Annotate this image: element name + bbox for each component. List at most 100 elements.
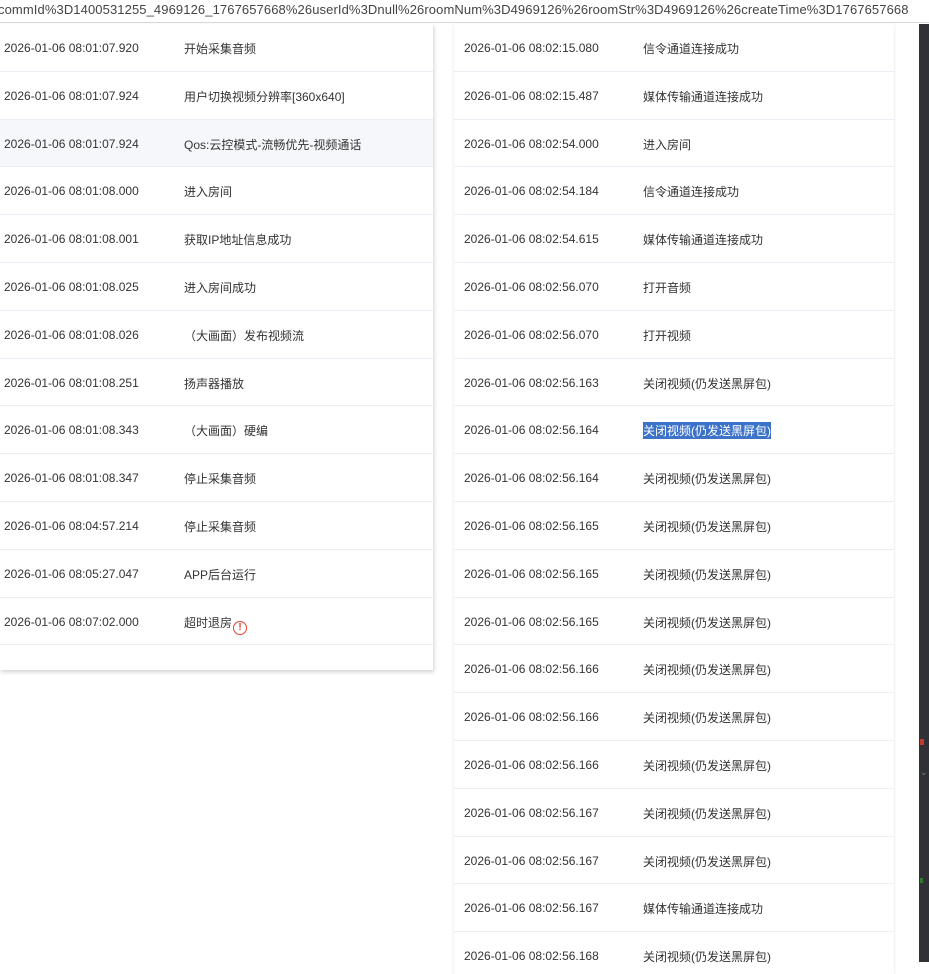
log-message: 关闭视频(仍发送黑屏包): [643, 758, 771, 773]
log-message: 关闭视频(仍发送黑屏包): [643, 663, 771, 678]
log-row: 2026-01-06 08:02:56.070 打开音频: [454, 263, 894, 311]
log-time: 2026-01-06 08:02:56.166: [464, 757, 599, 772]
log-message: 进入房间: [643, 137, 692, 152]
log-message: 关闭视频(仍发送黑屏包): [643, 567, 771, 582]
log-message: 关闭视频(仍发送黑屏包): [643, 806, 771, 821]
log-row: 2026-01-06 08:01:08.000 进入房间: [0, 167, 433, 216]
chevron-down-icon: ⌄: [920, 767, 928, 777]
log-message: 进入房间成功: [184, 280, 257, 295]
log-time: 2026-01-06 08:02:56.167: [464, 853, 599, 868]
log-time: 2026-01-06 08:02:56.167: [464, 805, 599, 820]
log-message: 信令通道连接成功: [643, 185, 740, 200]
log-message: 打开音频: [643, 280, 692, 295]
log-row: 2026-01-06 08:02:56.165 关闭视频(仍发送黑屏包): [454, 598, 894, 646]
log-row: 2026-01-06 08:07:02.000 超时退房!: [0, 598, 433, 646]
log-row: 2026-01-06 08:01:08.001 获取IP地址信息成功: [0, 215, 433, 263]
adjacent-window-edge: ⌄: [919, 24, 929, 962]
log-row: 2026-01-06 08:01:08.343 （大画面）硬编: [0, 406, 433, 455]
log-message: 关闭视频(仍发送黑屏包): [643, 472, 771, 487]
log-message: 关闭视频(仍发送黑屏包): [643, 615, 771, 630]
log-row: 2026-01-06 08:02:56.164 关闭视频(仍发送黑屏包): [454, 454, 894, 502]
log-row: 2026-01-06 08:02:56.163 关闭视频(仍发送黑屏包): [454, 359, 894, 407]
log-row: 2026-01-06 08:02:56.167 关闭视频(仍发送黑屏包): [454, 789, 894, 837]
log-message: （大画面）发布视频流: [184, 328, 305, 343]
log-time: 2026-01-06 08:01:07.924: [4, 136, 139, 151]
log-time: 2026-01-06 08:02:56.163: [464, 375, 599, 390]
status-indicator-red: [920, 739, 924, 745]
right-event-log-panel: 2026-01-06 08:02:15.080 信令通道连接成功 2026-01…: [454, 24, 894, 974]
log-row: 2026-01-06 08:01:08.026 （大画面）发布视频流: [0, 311, 433, 359]
log-time: 2026-01-06 08:02:54.615: [464, 232, 599, 247]
log-message: （大画面）硬编: [184, 424, 269, 439]
log-time: 2026-01-06 08:01:08.343: [4, 423, 139, 438]
log-time: 2026-01-06 08:01:08.025: [4, 279, 139, 294]
log-message: 媒体传输通道连接成功: [643, 89, 764, 104]
log-message: 停止采集音频: [184, 519, 257, 534]
log-time: 2026-01-06 08:02:56.165: [464, 518, 599, 533]
log-row: 2026-01-06 08:01:08.251 扬声器播放: [0, 359, 433, 407]
log-time: 2026-01-06 08:02:15.487: [464, 88, 599, 103]
log-row: 2026-01-06 08:04:57.214 停止采集音频: [0, 502, 433, 550]
log-time: 2026-01-06 08:01:07.920: [4, 41, 139, 55]
log-message: 媒体传输通道连接成功: [643, 902, 764, 917]
log-message-text: 超时退房: [184, 615, 233, 630]
log-row: 2026-01-06 08:02:56.070 打开视频: [454, 311, 894, 359]
log-time: 2026-01-06 08:07:02.000: [4, 614, 139, 629]
log-row: 2026-01-06 08:01:07.924 Qos:云控模式-流畅优先-视频…: [0, 119, 433, 168]
log-time: 2026-01-06 08:02:56.166: [464, 710, 599, 725]
log-time: 2026-01-06 08:01:08.251: [4, 375, 139, 390]
log-message: 获取IP地址信息成功: [184, 233, 292, 248]
log-row: 2026-01-06 08:05:27.047 APP后台运行: [0, 550, 433, 598]
log-time: 2026-01-06 08:02:56.070: [464, 327, 599, 342]
log-message: Qos:云控模式-流畅优先-视频通话: [184, 137, 362, 152]
log-message: APP后台运行: [184, 567, 257, 582]
log-row: 2026-01-06 08:02:56.164 关闭视频(仍发送黑屏包): [454, 406, 894, 455]
log-row: 2026-01-06 08:02:56.166 关闭视频(仍发送黑屏包): [454, 741, 894, 789]
log-message: 扬声器播放: [184, 376, 245, 391]
log-time: 2026-01-06 08:05:27.047: [4, 566, 139, 581]
log-time: 2026-01-06 08:02:56.165: [464, 614, 599, 629]
log-row: 2026-01-06 08:01:07.924 用户切换视频分辨率[360x64…: [0, 72, 433, 120]
log-message-selected: 关闭视频(仍发送黑屏包): [643, 422, 771, 440]
log-time: 2026-01-06 08:01:08.347: [4, 471, 139, 486]
log-message: 停止采集音频: [184, 472, 257, 487]
log-message: 进入房间: [184, 185, 233, 200]
log-row: 2026-01-06 08:02:56.165 关闭视频(仍发送黑屏包): [454, 502, 894, 550]
log-time: 2026-01-06 08:02:56.164: [464, 423, 599, 438]
log-time: 2026-01-06 08:02:56.166: [464, 662, 599, 677]
status-indicator-green: [920, 878, 923, 883]
log-message: 信令通道连接成功: [643, 42, 740, 56]
log-row: 2026-01-06 08:02:54.615 媒体传输通道连接成功: [454, 215, 894, 263]
log-time: 2026-01-06 08:02:15.080: [464, 41, 599, 55]
log-row: 2026-01-06 08:02:56.167 媒体传输通道连接成功: [454, 884, 894, 933]
log-row: 2026-01-06 08:02:56.166 关闭视频(仍发送黑屏包): [454, 693, 894, 741]
url-text: commId%3D1400531255_4969126_1767657668%2…: [0, 2, 909, 17]
log-message: 开始采集音频: [184, 42, 257, 56]
exclamation-circle-icon[interactable]: !: [233, 620, 248, 635]
log-time: 2026-01-06 08:01:07.924: [4, 88, 139, 103]
log-message: 超时退房!: [184, 614, 248, 635]
log-message: 媒体传输通道连接成功: [643, 233, 764, 248]
log-time: 2026-01-06 08:02:56.167: [464, 901, 599, 916]
log-time: 2026-01-06 08:02:56.165: [464, 566, 599, 581]
log-row: 2026-01-06 08:02:54.184 信令通道连接成功: [454, 167, 894, 216]
log-time: 2026-01-06 08:02:54.000: [464, 136, 599, 151]
log-row: 2026-01-06 08:02:56.167 关闭视频(仍发送黑屏包): [454, 837, 894, 885]
log-message: 关闭视频(仍发送黑屏包): [643, 711, 771, 726]
address-bar-url[interactable]: commId%3D1400531255_4969126_1767657668%2…: [0, 0, 929, 23]
log-time: 2026-01-06 08:02:56.168: [464, 949, 599, 964]
log-time: 2026-01-06 08:01:08.000: [4, 184, 139, 199]
log-message: 关闭视频(仍发送黑屏包): [643, 854, 771, 869]
log-time: 2026-01-06 08:01:08.026: [4, 327, 139, 342]
log-row: 2026-01-06 08:01:08.025 进入房间成功: [0, 263, 433, 311]
log-row: 2026-01-06 08:02:56.165 关闭视频(仍发送黑屏包): [454, 550, 894, 598]
log-row: 2026-01-06 08:02:15.487 媒体传输通道连接成功: [454, 72, 894, 120]
log-time: 2026-01-06 08:02:54.184: [464, 184, 599, 199]
log-message: 打开视频: [643, 328, 692, 343]
log-message: 关闭视频(仍发送黑屏包): [643, 950, 771, 965]
log-time: 2026-01-06 08:02:56.164: [464, 471, 599, 486]
log-message: 关闭视频(仍发送黑屏包): [643, 519, 771, 534]
log-row: 2026-01-06 08:02:56.166 关闭视频(仍发送黑屏包): [454, 645, 894, 694]
log-row: 2026-01-06 08:01:08.347 停止采集音频: [0, 454, 433, 502]
log-row: 2026-01-06 08:02:54.000 进入房间: [454, 120, 894, 168]
